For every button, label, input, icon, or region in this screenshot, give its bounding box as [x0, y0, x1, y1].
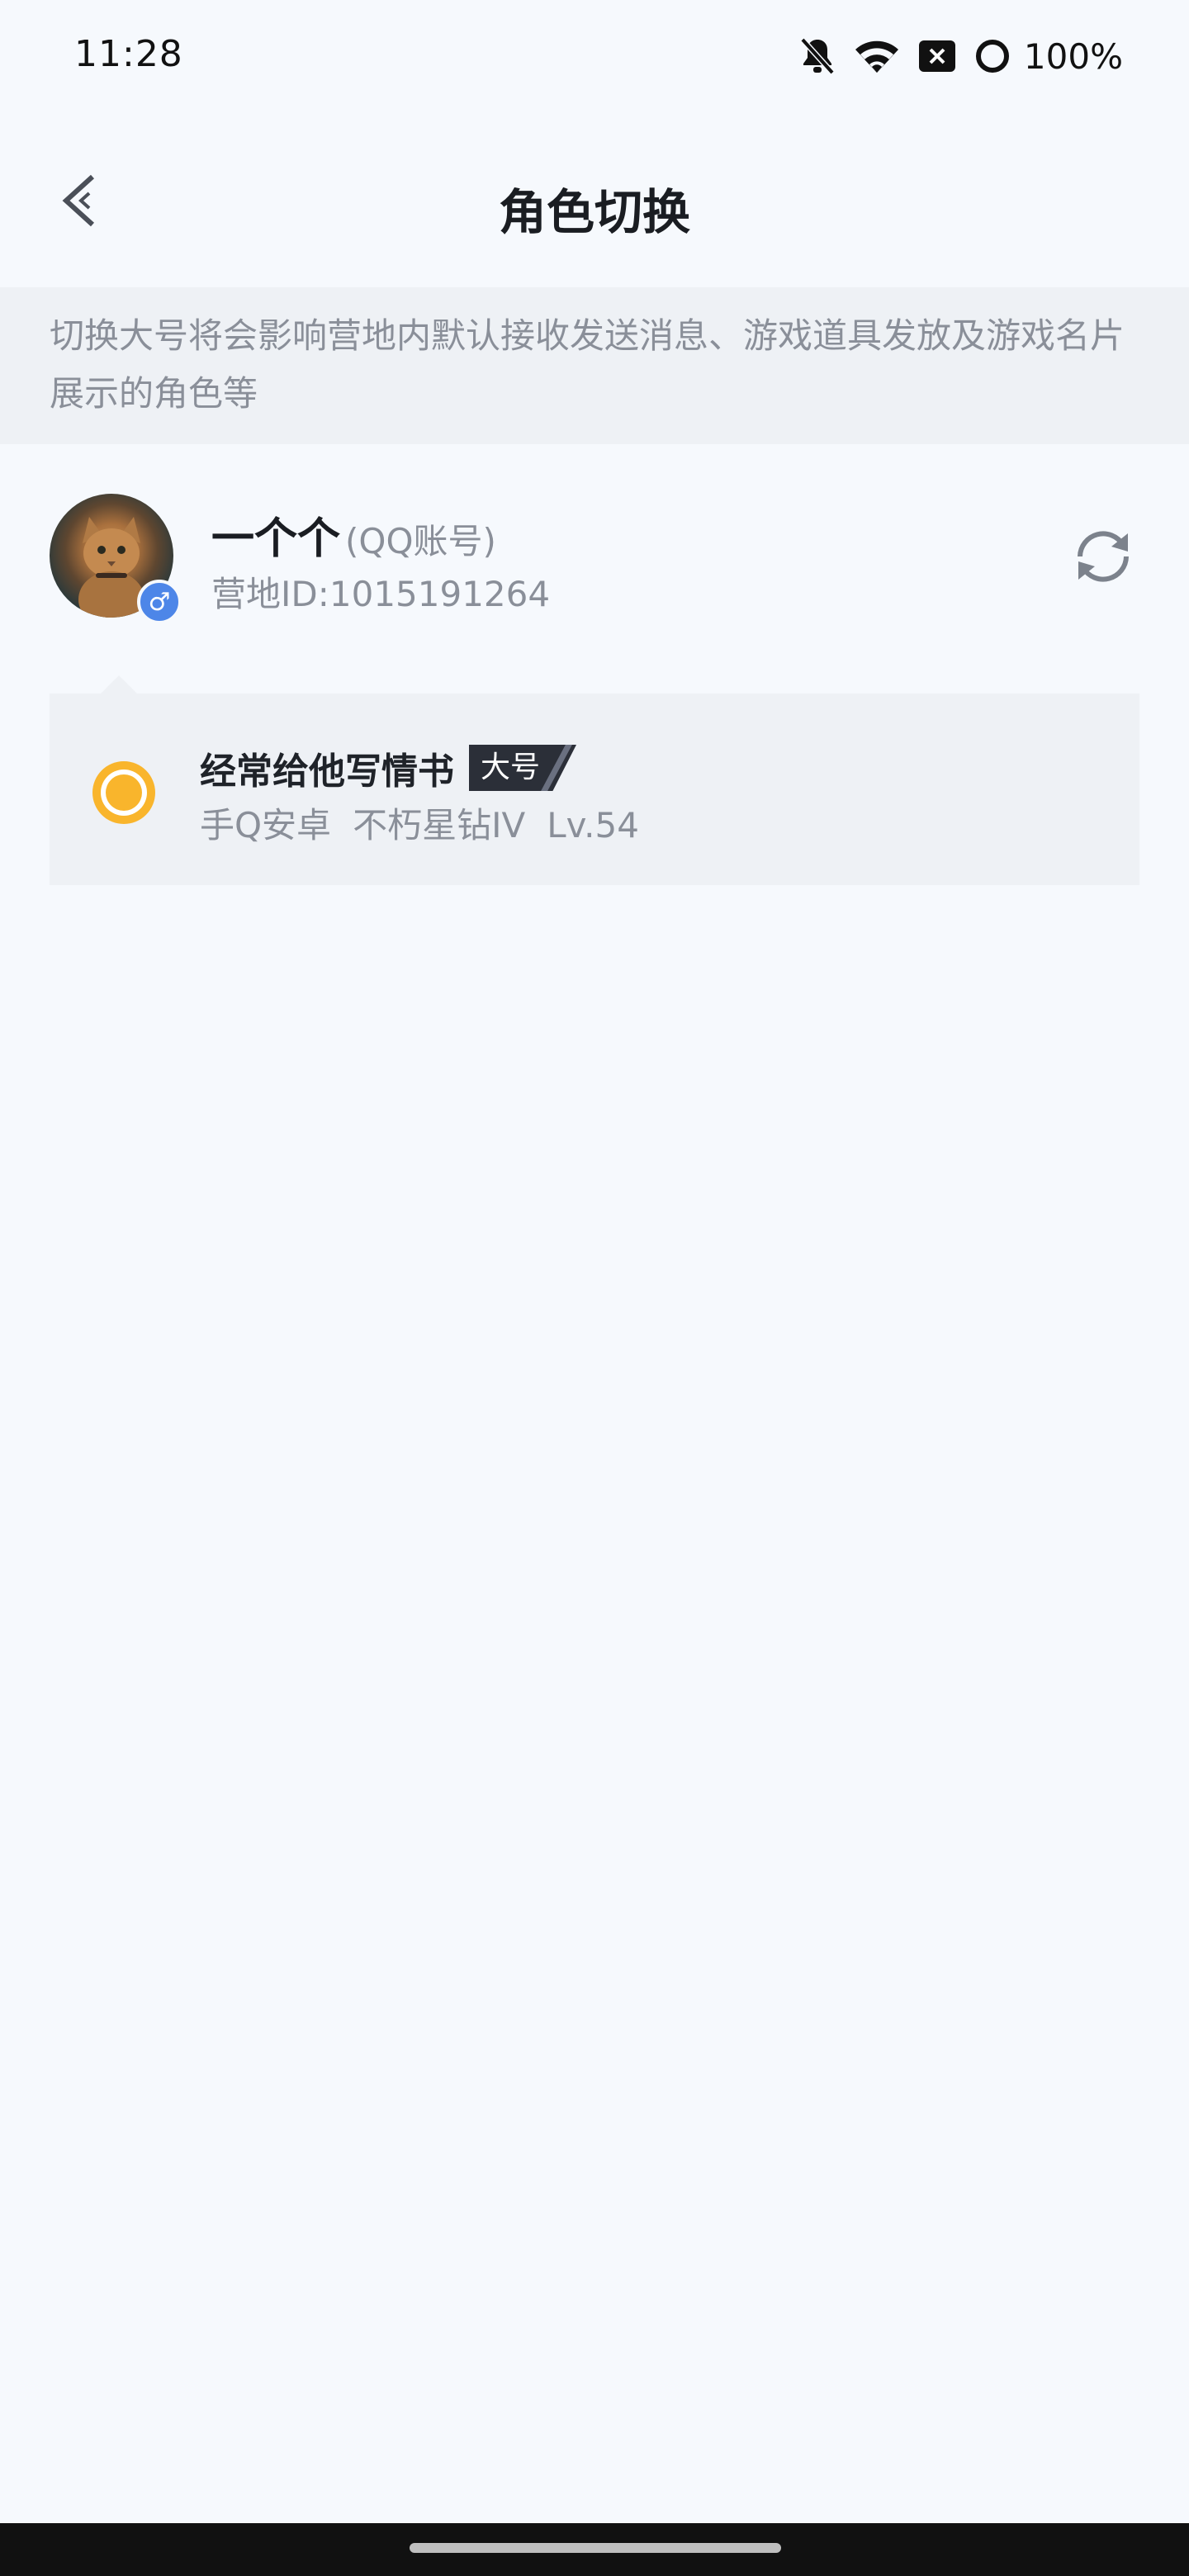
page-title: 角色切换 [498, 184, 690, 240]
role-card[interactable]: 经常给他写情书 大号 手Q安卓 不朽星钻IV Lv.54 [50, 675, 1139, 885]
account-name: 一个个 [211, 514, 341, 564]
system-nav-bar [0, 2523, 1189, 2576]
home-indicator[interactable] [410, 2543, 781, 2553]
role-platform: 手Q安卓 [200, 805, 332, 845]
account-type: (QQ账号) [345, 521, 496, 561]
role-level: Lv.54 [547, 805, 639, 845]
role-name-line: 经常给他写情书 大号 [200, 741, 577, 794]
role-radio-selected[interactable] [92, 761, 155, 824]
header: 角色切换 [0, 140, 1189, 264]
account-row: ♂ 一个个 (QQ账号) 营地ID:1015191264 [0, 479, 1189, 644]
account-name-line: 一个个 (QQ账号) [211, 504, 496, 566]
sim-x-icon [918, 40, 956, 73]
status-bar: 11:28 100% [0, 0, 1189, 116]
role-name: 经常给他写情书 [200, 751, 454, 793]
refresh-icon [1068, 531, 1138, 594]
switch-account-button[interactable] [1068, 522, 1138, 591]
camp-id: 营地ID:1015191264 [211, 574, 551, 614]
battery-percentage: 100% [1023, 36, 1123, 77]
role-details: 手Q安卓 不朽星钻IV Lv.54 [200, 798, 661, 848]
role-card-pointer [101, 675, 137, 694]
switch-notice: 切换大号将会影响营地内默认接收发送消息、游戏道具发放及游戏名片展示的角色等 [0, 287, 1189, 444]
circle-icon [974, 38, 1011, 74]
status-icons: 100% [799, 33, 1123, 79]
role-rank: 不朽星钻IV [353, 805, 526, 845]
bell-off-icon [799, 36, 836, 76]
status-time: 11:28 [74, 33, 183, 75]
gender-male-icon: ♂ [137, 580, 182, 624]
main-account-badge: 大号 [469, 745, 577, 791]
wifi-icon [854, 38, 900, 74]
